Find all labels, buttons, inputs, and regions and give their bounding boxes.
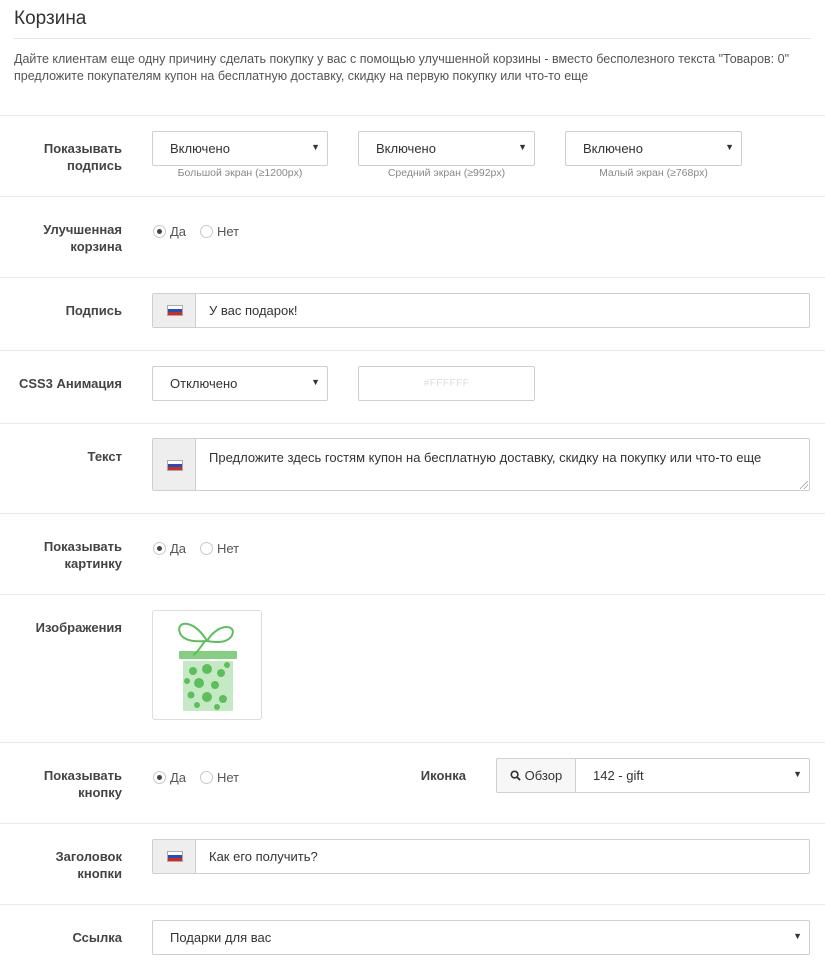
show-button-yes-radio[interactable]: Да (153, 770, 186, 785)
show-button-no-radio[interactable]: Нет (200, 770, 239, 785)
icon-label: Иконка (420, 768, 466, 783)
text-textarea-group[interactable]: Предложите здесь гостям купон на бесплат… (152, 438, 810, 491)
animation-label: CSS3 Анимация (18, 376, 122, 391)
button-title-input[interactable]: Как его получить? (209, 849, 318, 864)
caret-down-icon: ▼ (311, 142, 320, 152)
button-title-label: Заголовок кнопки (55, 849, 122, 881)
divider (0, 196, 825, 197)
resize-handle-icon[interactable] (800, 481, 808, 489)
large-screen-hint: Большой экран (≥1200px) (177, 167, 303, 179)
language-addon (153, 439, 196, 490)
page-title: Корзина (14, 8, 87, 29)
divider (0, 513, 825, 514)
medium-screen-hint: Средний экран (≥992px) (387, 167, 506, 179)
gift-image-thumbnail[interactable] (152, 610, 262, 720)
browse-icon-button[interactable]: Обзор (496, 758, 576, 793)
divider (0, 423, 825, 424)
text-label: Текст (87, 449, 122, 464)
text-textarea[interactable]: Предложите здесь гостям купон на бесплат… (209, 450, 761, 465)
link-label: Ссылка (72, 930, 122, 945)
show-button-label: Показывать кнопку (43, 768, 122, 800)
radio-unchecked-icon (200, 225, 213, 238)
show-caption-medium-select[interactable]: Включено ▼ (358, 131, 535, 166)
button-title-input-group[interactable]: Как его получить? (152, 839, 810, 874)
improved-cart-label: Улучшенная корзина (43, 222, 122, 254)
radio-checked-icon (153, 542, 166, 555)
show-image-yes-radio[interactable]: Да (153, 541, 186, 556)
divider (0, 742, 825, 743)
caret-down-icon: ▼ (793, 931, 802, 941)
caret-down-icon: ▼ (725, 142, 734, 152)
language-addon (153, 294, 196, 327)
show-caption-label: Показывать подпись (43, 141, 122, 173)
language-addon (153, 840, 196, 873)
caption-input[interactable]: У вас подарок! (209, 303, 298, 318)
divider (0, 823, 825, 824)
animation-select[interactable]: Отключено ▼ (152, 366, 328, 401)
title-divider (14, 38, 811, 39)
small-screen-hint: Малый экран (≥768px) (599, 167, 708, 179)
images-label: Изображения (35, 620, 122, 635)
divider (0, 904, 825, 905)
show-image-label: Показывать картинку (43, 539, 122, 571)
radio-unchecked-icon (200, 771, 213, 784)
improved-cart-no-radio[interactable]: Нет (200, 224, 239, 239)
divider (0, 277, 825, 278)
caret-down-icon: ▼ (518, 142, 527, 152)
divider (0, 594, 825, 595)
russian-flag-icon (167, 305, 183, 316)
color-input[interactable]: #FFFFFF (358, 366, 535, 401)
search-icon (510, 770, 521, 781)
radio-checked-icon (153, 225, 166, 238)
russian-flag-icon (167, 460, 183, 471)
russian-flag-icon (167, 851, 183, 862)
link-select[interactable]: Подарки для вас ▼ (152, 920, 810, 955)
radio-checked-icon (153, 771, 166, 784)
divider (0, 350, 825, 351)
gift-icon (178, 622, 237, 711)
improved-cart-yes-radio[interactable]: Да (153, 224, 186, 239)
divider (0, 115, 825, 116)
caption-input-group[interactable]: У вас подарок! (152, 293, 810, 328)
caret-down-icon: ▼ (793, 769, 802, 779)
intro-text: Дайте клиентам еще одну причину сделать … (14, 52, 789, 83)
show-caption-large-select[interactable]: Включено ▼ (152, 131, 328, 166)
show-caption-small-select[interactable]: Включено ▼ (565, 131, 742, 166)
caption-label: Подпись (65, 303, 122, 318)
radio-unchecked-icon (200, 542, 213, 555)
show-image-no-radio[interactable]: Нет (200, 541, 239, 556)
caret-down-icon: ▼ (311, 377, 320, 387)
icon-select[interactable]: 142 - gift ▼ (575, 758, 810, 793)
